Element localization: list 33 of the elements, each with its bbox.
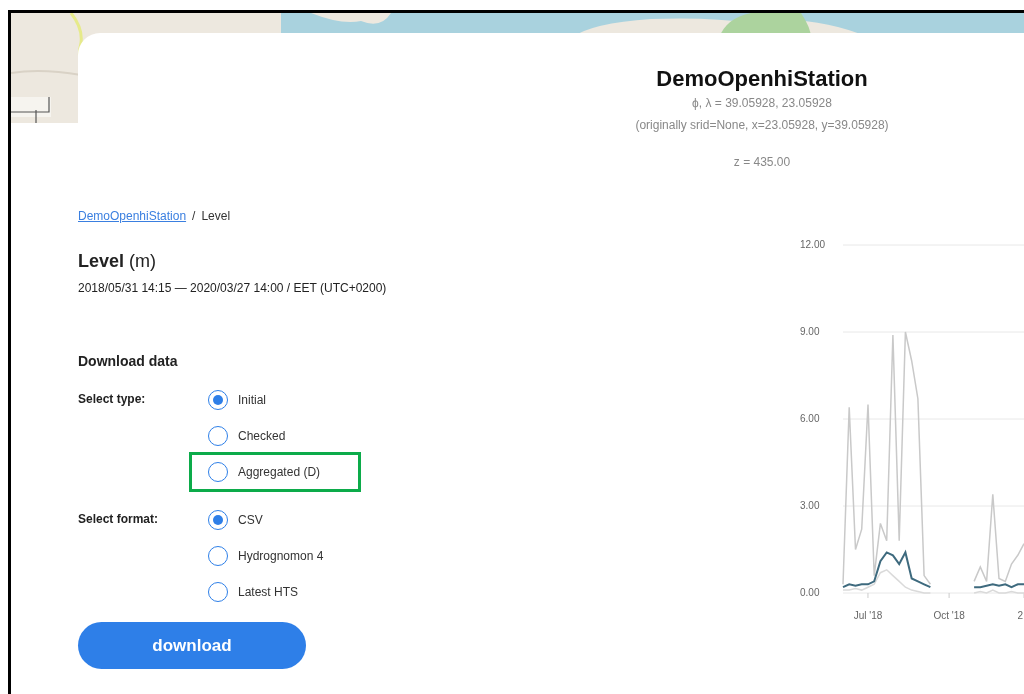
radio-label[interactable]: Hydrognomon 4: [238, 549, 324, 563]
original-coordinates-text: (originally srid=None, x=23.05928, y=39.05928): [635, 117, 889, 134]
radio-button[interactable]: [208, 426, 228, 446]
radio-label[interactable]: Checked: [238, 429, 286, 443]
download-button[interactable]: download: [78, 622, 306, 669]
axis-label: 6.00: [800, 413, 820, 424]
radio-button[interactable]: [208, 546, 228, 566]
radio-label[interactable]: Aggregated (D): [238, 465, 321, 479]
axis-label: 3.00: [800, 500, 820, 511]
radio-label[interactable]: Initial: [238, 393, 266, 407]
axis-label: 9.00: [800, 326, 820, 337]
altitude-text: z = 435.00: [733, 154, 791, 171]
field-label: Select format:: [78, 511, 160, 528]
breadcrumb-link[interactable]: DemoOpenhiStation: [78, 209, 187, 223]
radio-button[interactable]: [208, 582, 228, 602]
axis-label: Jul '18: [853, 610, 883, 621]
period-text: 2018/05/31 14:15 — 2020/03/27 14:00 / EET (UTC+0200): [78, 281, 388, 295]
station-title: DemoOpenhiStation: [656, 66, 868, 92]
radio-button[interactable]: [208, 462, 228, 482]
radio-label[interactable]: Latest HTS: [238, 585, 299, 599]
variable-title: Level (m): [78, 251, 157, 272]
section-heading: Download data: [78, 353, 179, 369]
radio-button[interactable]: [208, 510, 228, 530]
coordinates-text: ϕ, λ = 39.05928, 23.05928: [692, 95, 832, 112]
radio-label[interactable]: CSV: [238, 513, 263, 527]
axis-label: 0.00: [800, 587, 820, 598]
axis-label: Oct '18: [933, 610, 965, 621]
breadcrumb-separator: /: [192, 209, 196, 223]
field-label: Select type:: [78, 391, 147, 408]
axis-label: 12.00: [800, 239, 826, 250]
breadcrumb-current: Level: [201, 209, 231, 223]
axis-label: 2: [1017, 610, 1023, 621]
radio-button[interactable]: [208, 390, 228, 410]
